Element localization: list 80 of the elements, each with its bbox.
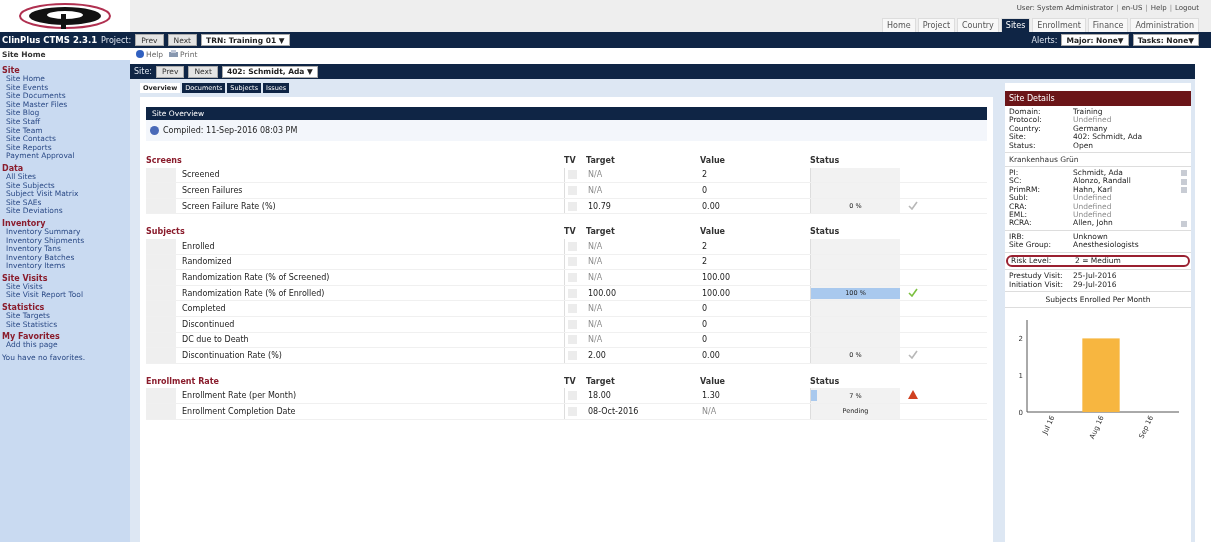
column-header: TV [564,227,577,237]
target-cell-text: N/A [587,335,604,345]
value-cell-text: 2 [701,170,709,180]
panel-header: Site Details [1005,91,1191,106]
nav-tab[interactable]: Administration [1130,18,1199,32]
column-header: Status [810,155,841,165]
column-header: TV [564,376,577,386]
target-cell-text: 08-Oct-2016 [587,406,640,416]
column-header: Value [700,227,726,237]
column-header: Target [586,155,616,165]
metric-label: Randomization Rate (% of Screened) [182,272,330,282]
metric-label: Enrolled [182,241,215,251]
target-cell-text: 100.00 [587,288,617,298]
metric-label: Discontinued [182,319,235,329]
section-title: Screens [146,155,183,165]
metric-label: Screened [182,170,220,180]
value-cell-text: 1.30 [701,391,721,401]
contact-icon[interactable] [1181,220,1187,227]
compiled-text: Compiled: 11-Sep-2016 08:03 PM [163,126,298,135]
target-cell-text: N/A [587,257,604,267]
section-title: Subjects [146,227,186,237]
section-title: Enrollment Rate [146,376,220,386]
value-cell-text: 0 [701,186,709,195]
sidebar-heading: Data [2,163,25,173]
metric-label: Randomized [182,257,232,267]
value-cell-text: 2 [701,257,709,267]
app-title: ClinPlus CTMS 2.3.1 [2,35,98,45]
nav-tab[interactable]: Country [957,18,999,32]
column-header: Status [810,227,841,237]
site-label: Site: [134,67,153,76]
print-icon[interactable] [169,50,179,58]
target-cell-text: N/A [587,170,604,180]
nav-tab[interactable]: Enrollment [1032,18,1086,32]
contact-icon[interactable] [1181,170,1187,177]
target-cell-text: N/A [587,241,604,251]
target-cell-text: 18.00 [587,391,612,401]
value-cell-text: 100.00 [701,272,731,282]
value-cell-text: N/A [701,406,718,416]
target-cell-text: N/A [587,186,604,195]
metric-label: Discontinuation Rate (%) [182,350,282,360]
column-header: Value [700,155,726,165]
sidebar-heading: Statistics [2,303,45,313]
metric-label: Completed [182,304,226,314]
column-header: TV [564,155,577,165]
contact-icon[interactable] [1181,187,1187,194]
value-cell-text: 0.00 [701,350,721,360]
project-label: Project: [101,35,132,45]
value-cell-text: 0 [701,319,709,329]
nav-tab[interactable]: Finance [1087,18,1129,32]
contact-icon[interactable] [1181,178,1187,185]
sidebar-heading: Site Visits [2,273,49,283]
nav-tab[interactable]: Home [882,18,916,32]
column-header: Value [700,376,726,386]
metric-label: Screen Failures [182,186,243,195]
value-cell-text: 2 [701,241,709,251]
column-header: Target [586,227,616,237]
metric-label: Enrollment Completion Date [182,406,296,416]
sidebar-heading: Inventory [2,218,46,228]
target-cell-text: 2.00 [587,350,607,360]
metric-label: Randomization Rate (% of Enrolled) [182,288,325,298]
value-cell-text: 0 [701,304,709,314]
metric-label: Screen Failure Rate (%) [182,201,276,211]
target-cell-text: N/A [587,319,604,329]
target-cell-text: N/A [587,304,604,314]
column-header: Target [586,376,616,386]
nav-tab[interactable]: Project [917,18,956,32]
target-cell-text: N/A [587,272,604,282]
info-icon [150,126,159,135]
column-header: Status [810,376,841,386]
alerts-label: Alerts: [1031,35,1058,45]
help-icon[interactable] [136,50,144,58]
value-cell-text: 100.00 [701,288,731,298]
target-cell-text: 10.79 [587,201,612,211]
metric-label: Enrollment Rate (per Month) [182,391,297,401]
value-cell-text: 0 [701,335,709,345]
sidebar-heading: Site [2,66,21,75]
value-cell-text: 0.00 [701,201,721,211]
metric-label: DC due to Death [182,335,249,345]
sidebar-heading: My Favorites [2,332,61,342]
nav-tab[interactable]: Sites [1000,18,1031,32]
